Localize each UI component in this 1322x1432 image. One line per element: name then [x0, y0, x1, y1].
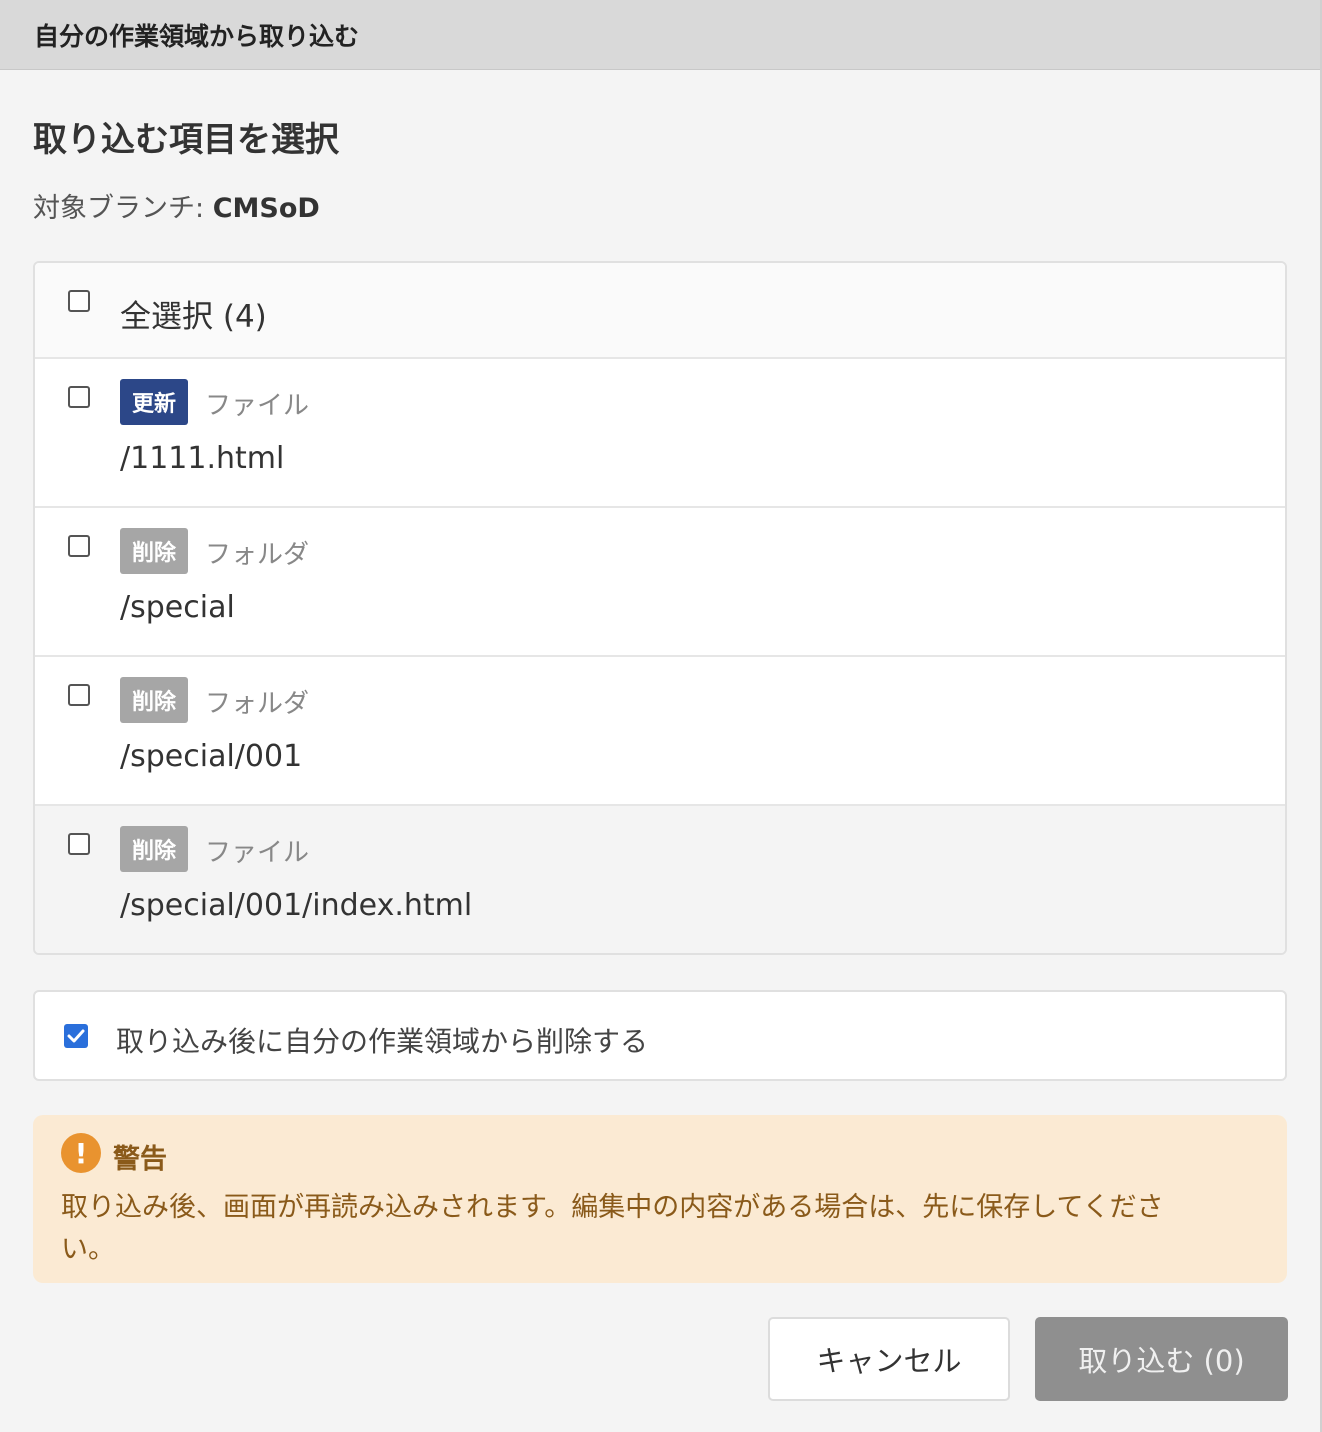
- select-all-label: 全選択 (4): [120, 299, 267, 335]
- delete-after-import-checkbox[interactable]: [64, 1024, 88, 1048]
- item-path: /special: [120, 590, 235, 625]
- target-branch: 対象ブランチ: CMSoD: [33, 186, 320, 225]
- page-title: 取り込む項目を選択: [33, 120, 339, 160]
- item-list: 全選択 (4) 更新 ファイル /1111.html 削除 フォルダ /spec…: [33, 261, 1287, 955]
- list-item[interactable]: 削除 フォルダ /special: [35, 508, 1285, 657]
- import-button[interactable]: 取り込む (0): [1035, 1317, 1288, 1401]
- exclamation-icon: !: [61, 1133, 101, 1173]
- branch-name: CMSoD: [212, 193, 320, 224]
- status-badge: 削除: [120, 826, 188, 872]
- item-path: /special/001/index.html: [120, 888, 473, 923]
- list-item[interactable]: 削除 ファイル /special/001/index.html: [35, 806, 1285, 953]
- dialog-title: 自分の作業領域から取り込む: [0, 0, 1320, 70]
- delete-after-import-option[interactable]: 取り込み後に自分の作業領域から削除する: [33, 990, 1287, 1081]
- import-dialog: 自分の作業領域から取り込む 取り込む項目を選択 対象ブランチ: CMSoD 全選…: [0, 0, 1322, 1432]
- item-kind: フォルダ: [205, 689, 310, 719]
- branch-label: 対象ブランチ:: [33, 193, 213, 224]
- item-path: /1111.html: [120, 441, 285, 476]
- item-kind: ファイル: [205, 391, 310, 421]
- cancel-button[interactable]: キャンセル: [768, 1317, 1010, 1401]
- check-icon: [67, 1029, 85, 1043]
- item-checkbox[interactable]: [68, 833, 90, 855]
- select-all-checkbox[interactable]: [68, 290, 90, 312]
- status-badge: 削除: [120, 677, 188, 723]
- item-checkbox[interactable]: [68, 386, 90, 408]
- status-badge: 更新: [120, 379, 188, 425]
- list-item[interactable]: 更新 ファイル /1111.html: [35, 359, 1285, 508]
- warning-message: 取り込み後、画面が再読み込みされます。編集中の内容がある場合は、先に保存してくだ…: [61, 1192, 1164, 1265]
- item-kind: フォルダ: [205, 540, 310, 570]
- list-item[interactable]: 削除 フォルダ /special/001: [35, 657, 1285, 806]
- delete-after-import-label: 取り込み後に自分の作業領域から削除する: [116, 1025, 649, 1058]
- item-kind: ファイル: [205, 838, 310, 868]
- item-checkbox[interactable]: [68, 535, 90, 557]
- select-all-row[interactable]: 全選択 (4): [35, 263, 1285, 359]
- item-path: /special/001: [120, 739, 303, 774]
- item-checkbox[interactable]: [68, 684, 90, 706]
- warning-box: ! 警告 取り込み後、画面が再読み込みされます。編集中の内容がある場合は、先に保…: [33, 1115, 1287, 1283]
- status-badge: 削除: [120, 528, 188, 574]
- warning-title: 警告: [113, 1144, 167, 1175]
